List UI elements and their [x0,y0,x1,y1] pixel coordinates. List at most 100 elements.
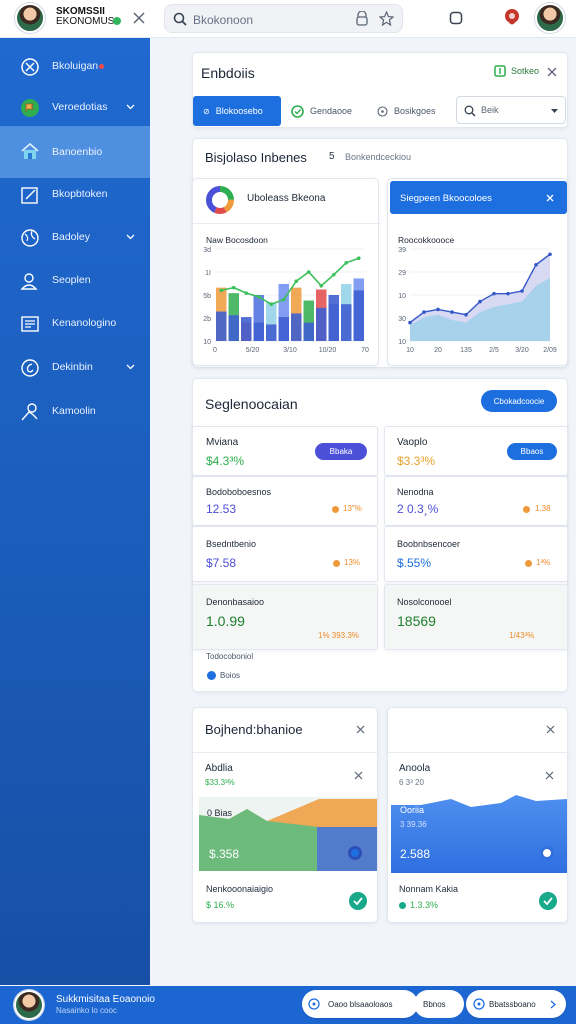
bar [303,322,314,341]
kpi-value: $4.3³% [206,454,245,468]
panel-title: Bojhend:bhanioe [205,722,303,737]
check-circle-icon[interactable] [539,892,557,910]
kpi-label: Denonbasaioo [206,597,265,607]
bottom-bar: Sukkmisitaa Eoaonoio Nasainko lo cooc Oa… [0,986,576,1024]
bar [278,317,289,341]
kpi-label: Bodoboboesnos [206,487,272,497]
kpi-badge[interactable]: Bbaka [315,443,367,460]
badge-label: Bbaos [520,447,544,456]
line-point [281,297,286,302]
divider [388,752,569,753]
chevron-down-icon [126,234,135,240]
sidebar-item-veroedotias[interactable]: Veroedotias [0,88,150,128]
line-point [356,256,361,260]
bar [316,307,327,341]
x-tick-label: 2/09 [543,347,557,354]
user-avatar[interactable] [535,3,565,33]
notification-icon[interactable] [500,6,524,30]
sidebar-item-dekinbin[interactable]: Dekinbin [0,348,150,388]
line-point [256,295,261,299]
line-point [408,320,412,325]
footer-value: $ 16.% [206,900,235,910]
metric-label: Abdlia [205,763,233,774]
line-point [219,288,224,293]
line-point [534,262,538,267]
tab-blokoosebo[interactable]: ⊘ Blokoosebo [193,96,281,126]
detail-panel-left: Bojhend:bhanioe Abdlia $33.3³% 0 Bias $.… [192,707,379,923]
trend-dot-icon [523,506,530,513]
kpi-trend: 13% [344,558,361,567]
square-icon[interactable] [449,11,463,25]
tab-label: Bosikgoes [394,106,436,116]
kpi-badge[interactable]: Bbaos [507,443,557,460]
sidebar-item-bkoluigan[interactable]: Bkoluigan [0,47,150,87]
select-value: Beik [481,105,499,115]
area-sublabel: 3 39.36 [400,820,427,829]
search-bar[interactable]: Bkokonoon [164,4,403,33]
sidebar-item-kamoolin[interactable]: Kamoolin [0,392,150,432]
lock-icon[interactable] [355,11,369,26]
kpi-trend: 1.38 [535,504,551,513]
line-point [422,310,426,314]
close-icon[interactable] [545,771,554,780]
kpi-card: Mviana $4.3³% Bbaka [192,426,378,476]
home-icon [21,142,39,159]
tab-label: Blokoosebo [215,106,263,116]
sidebar-item-badoley[interactable]: Badoley [0,218,150,258]
chevron-down-icon [551,109,558,113]
check-circle-icon[interactable] [349,892,367,910]
kpi-label: Bsedntbenio [206,539,257,549]
chip-label: Bbnos [423,1000,446,1009]
action-button-label: Cbokadcoocie [493,396,545,406]
kpi-value: 2 0.3¸% [397,502,439,516]
close-icon[interactable] [133,12,145,24]
y-tick-label: 30 [398,316,406,323]
bottom-avatar[interactable] [14,990,44,1020]
panel-title: Enbdoiis [201,65,255,81]
red-dot-icon [99,64,104,69]
sidebar-item-label: Banoenbio [52,146,103,158]
close-icon[interactable] [547,67,557,77]
star-icon[interactable] [379,11,394,26]
metric-value: 6 3³ 20 [399,778,424,787]
action-button[interactable]: Cbokadcoocie [481,390,557,412]
profile-avatar[interactable] [15,3,45,33]
sidebar-item-seoplen[interactable]: Seoplen [0,261,150,301]
sidebar-item-label: Badoley [52,231,90,243]
line-point [492,291,496,296]
users-icon [20,273,38,290]
search-placeholder: Bkokonoon [193,13,254,27]
y-tick-label: 29 [398,270,406,277]
bottom-chip[interactable]: Bbnos [414,990,464,1018]
tab-bosikgoes[interactable]: Bosikgoes [367,96,457,126]
close-icon[interactable] [546,725,555,734]
footer-value: 1.3.3% [410,900,439,910]
kpi-card: Vaoplo $3.3³% Bbaos [384,426,568,476]
bottom-chip[interactable]: Oaoo blsaaoloaos [302,990,418,1018]
card-title: Uboleass Bkeona [247,193,326,204]
sidebar-item-label: Kamoolin [52,405,96,417]
sidebar-item-label: Seoplen [52,274,91,286]
line-point [506,291,510,296]
sidebar-item-banoenbio[interactable]: Banoenbio [0,126,150,178]
close-icon[interactable] [354,771,363,780]
sidebar-item-bkopbtoken[interactable]: Bkopbtoken [0,175,150,215]
kpi-value: $.55% [397,556,432,570]
tab-gendaooe[interactable]: Gendaooe [281,96,371,126]
close-icon[interactable] [356,725,365,734]
globe-icon [21,229,39,247]
x-tick-label: 3/20 [515,347,529,354]
kpi-label: Nenodna [397,487,434,497]
bottom-chip[interactable]: Bbatssboano [466,990,566,1018]
search-icon [173,12,187,26]
sidebar-item-kenanologino[interactable]: Kenanologino [0,304,150,344]
kpi-value: 1.0.99 [206,613,245,629]
area-marker-icon [348,846,362,860]
footer-link[interactable]: Boios [220,671,240,680]
search-icon [464,105,476,117]
filter-select[interactable]: Beik [456,96,566,124]
close-icon[interactable] [546,194,554,202]
kpi-label: Boobnbsencoer [397,539,461,549]
chevron-right-icon [550,1000,556,1009]
badge-label: Bbaka [329,447,353,456]
